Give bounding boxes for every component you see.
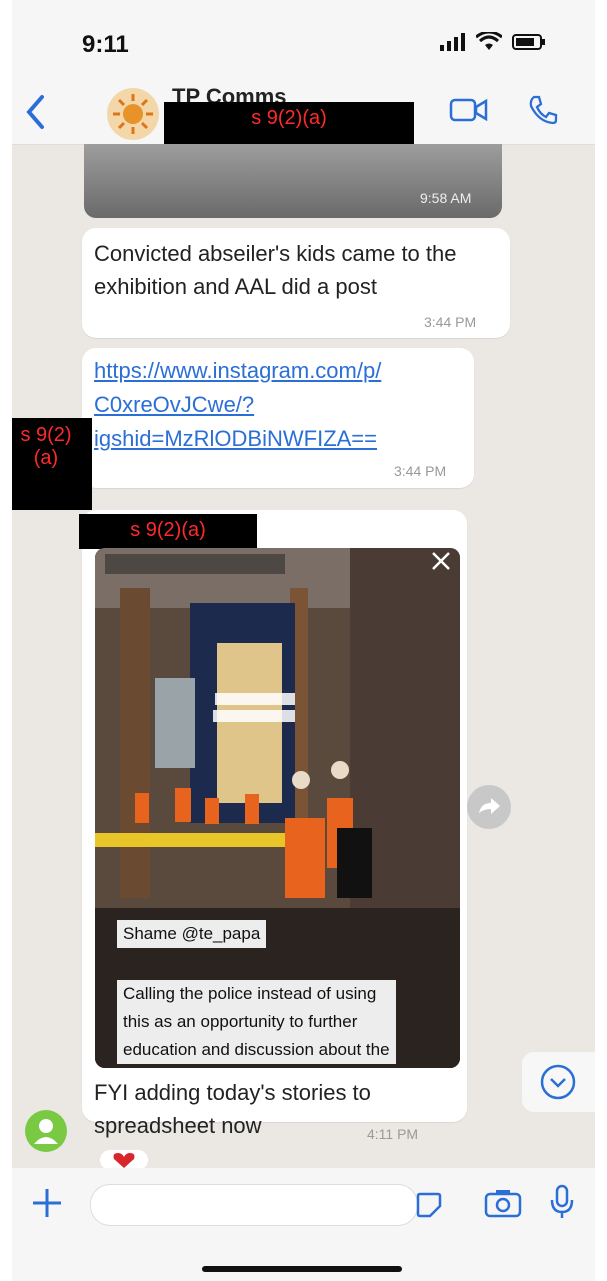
chevron-down-icon — [540, 1064, 576, 1100]
link-line-3[interactable]: igshid=MzRlODBiNWFIZA== — [94, 422, 381, 456]
story-tag: Shame @te_papa — [117, 920, 267, 948]
forward-arrow-icon — [479, 798, 500, 814]
sun-icon — [113, 94, 153, 134]
story-caption-line: Calling the police instead of using — [117, 980, 396, 1008]
person-icon — [34, 1119, 58, 1144]
message-composer — [12, 1168, 595, 1281]
message-bubble[interactable]: Convicted abseiler's kids came to the ex… — [82, 228, 510, 338]
signal-icon — [440, 33, 465, 51]
link-line-1[interactable]: https://www.instagram.com/p/ — [94, 354, 381, 388]
chat-screen: 9:11 TP Comms s 9(2)(a) 9:58 AM Convicte… — [12, 0, 595, 1281]
status-icons — [440, 32, 546, 52]
sender-name-redaction: s 9(2)(a) — [79, 514, 257, 549]
forward-button[interactable] — [467, 785, 511, 829]
sender-redaction: s 9(2) (a) — [12, 418, 92, 510]
video-call-icon[interactable] — [449, 96, 489, 124]
sender-avatar[interactable] — [25, 1110, 67, 1152]
close-icon[interactable] — [430, 550, 452, 572]
battery-icon — [512, 34, 545, 50]
camera-icon[interactable] — [484, 1188, 522, 1218]
status-bar: 9:11 — [12, 0, 595, 84]
story-video-thumbnail[interactable]: Shame @te_papa Calling the police instea… — [95, 548, 460, 1068]
image-timestamp: 9:58 AM — [420, 190, 472, 206]
wifi-icon — [476, 32, 502, 50]
reaction-heart-icon[interactable] — [100, 1150, 148, 1170]
message-text: Convicted abseiler's kids came to the ex… — [94, 241, 457, 299]
story-caption-line: education and discussion about the — [117, 1036, 396, 1064]
phone-icon[interactable] — [527, 94, 559, 126]
group-avatar[interactable] — [107, 88, 159, 140]
back-chevron-icon[interactable] — [24, 94, 46, 130]
image-attachment[interactable]: 9:58 AM — [84, 144, 502, 218]
chat-header: TP Comms s 9(2)(a) — [12, 84, 595, 145]
link-line-2[interactable]: C0xreOvJCwe/? — [94, 388, 381, 422]
status-time: 9:11 — [82, 31, 129, 58]
message-timestamp: 4:11 PM — [367, 1126, 419, 1142]
redaction-box: s 9(2)(a) — [164, 102, 414, 145]
story-caption-line: this as an opportunity to further — [117, 1008, 396, 1036]
microphone-icon[interactable] — [549, 1184, 575, 1220]
message-input[interactable] — [90, 1184, 442, 1226]
scroll-to-bottom-button[interactable] — [522, 1052, 595, 1112]
link-timestamp: 3:44 PM — [394, 463, 447, 479]
sticker-icon[interactable] — [415, 1191, 443, 1219]
plus-icon[interactable] — [30, 1186, 64, 1220]
home-indicator — [202, 1266, 402, 1272]
link-message-bubble[interactable]: https://www.instagram.com/p/ C0xreOvJCwe… — [82, 348, 474, 488]
message-timestamp: 3:44 PM — [424, 314, 477, 330]
